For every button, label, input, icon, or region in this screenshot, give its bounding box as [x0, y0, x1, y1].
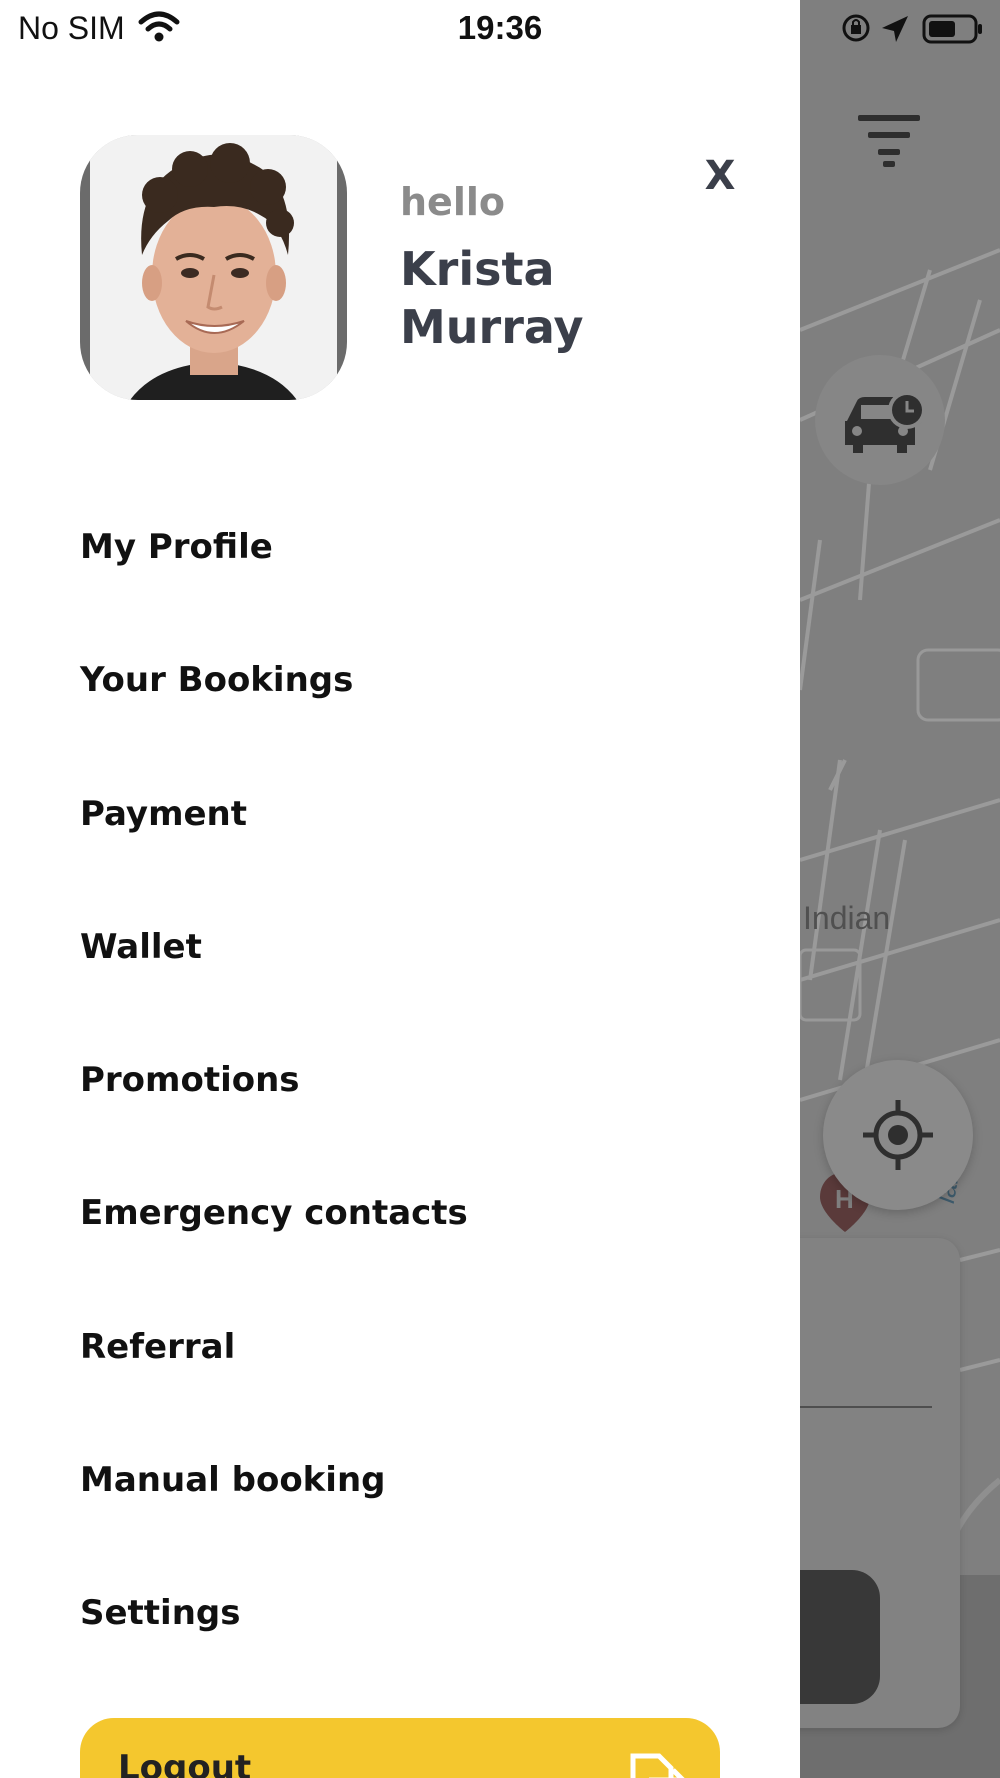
- filter-icon-line: [878, 149, 900, 155]
- filter-icon-line: [883, 161, 895, 167]
- menu-item-my-profile[interactable]: My Profile: [80, 515, 720, 648]
- rotation-lock-icon: [842, 14, 870, 42]
- menu-item-referral[interactable]: Referral: [80, 1315, 720, 1448]
- avatar[interactable]: [80, 135, 347, 400]
- status-bar: No SIM 19:36: [0, 0, 1000, 56]
- person-photo: [90, 135, 337, 400]
- logout-icon: [630, 1753, 685, 1778]
- logout-label: Logout: [118, 1748, 252, 1778]
- location-arrow-icon: [882, 16, 908, 42]
- app-screen: Indian lai H: [0, 0, 1000, 1778]
- user-name: Krista Murray: [400, 242, 584, 354]
- filter-icon: [858, 115, 920, 121]
- greeting-text: hello: [400, 180, 505, 224]
- menu-item-promotions[interactable]: Promotions: [80, 1048, 720, 1181]
- menu-item-payment[interactable]: Payment: [80, 782, 720, 915]
- schedule-ride-button[interactable]: [815, 355, 945, 485]
- map-place-label: Indian: [803, 900, 891, 936]
- menu-item-settings[interactable]: Settings: [80, 1581, 720, 1714]
- filter-button[interactable]: [850, 110, 930, 170]
- drawer-menu: My Profile Your Bookings Payment Wallet …: [80, 515, 720, 1715]
- crosshair-icon: [863, 1100, 933, 1170]
- status-indicators: [842, 14, 982, 44]
- filter-icon-line: [868, 132, 910, 138]
- battery-icon: [922, 14, 982, 44]
- menu-item-your-bookings[interactable]: Your Bookings: [80, 648, 720, 781]
- menu-item-wallet[interactable]: Wallet: [80, 915, 720, 1048]
- menu-item-emergency-contacts[interactable]: Emergency contacts: [80, 1181, 720, 1314]
- close-drawer-button[interactable]: X: [690, 148, 750, 204]
- car-clock-icon: [845, 391, 926, 453]
- locate-me-button[interactable]: [823, 1060, 973, 1210]
- avatar-photo: [90, 135, 337, 400]
- menu-item-manual-booking[interactable]: Manual booking: [80, 1448, 720, 1581]
- logout-button[interactable]: Logout: [80, 1718, 720, 1778]
- navigation-drawer: hello Krista Murray X My Profile Your Bo…: [0, 0, 800, 1778]
